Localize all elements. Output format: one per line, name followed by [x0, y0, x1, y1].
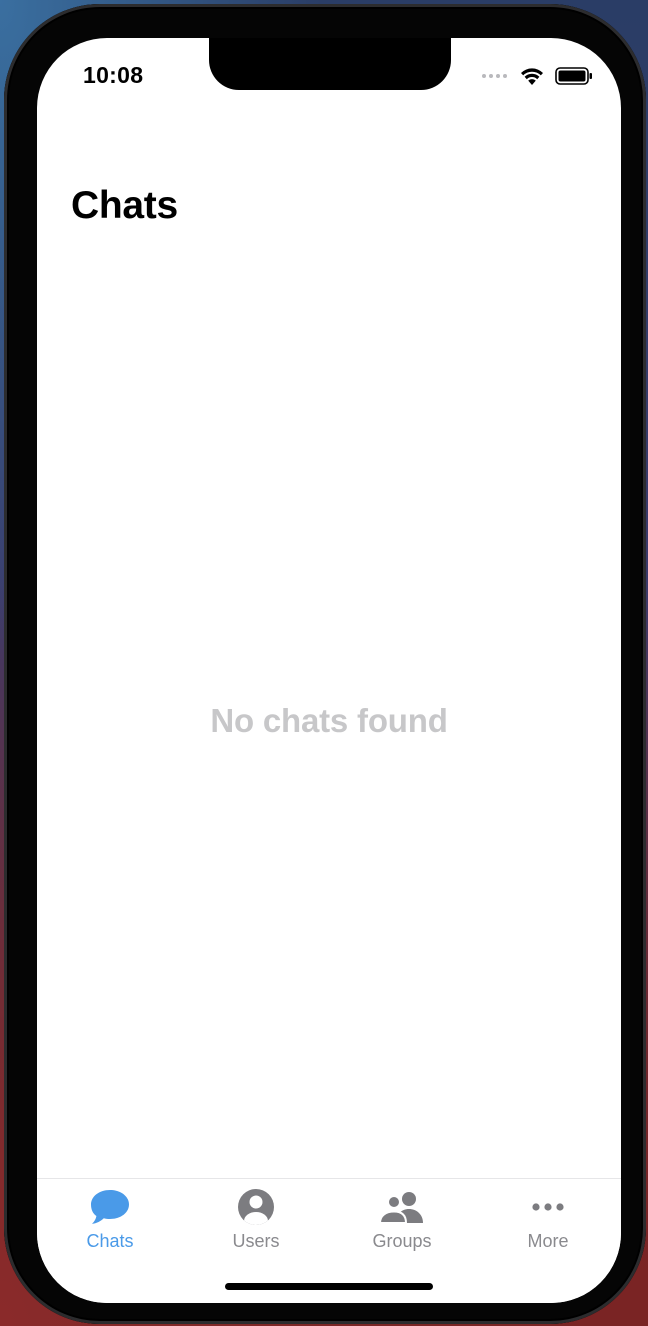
tab-label: Groups: [372, 1231, 432, 1251]
app-screen: 10:08 Chats No chats found Chats Users G…: [37, 38, 621, 1303]
status-time: 10:08: [83, 62, 144, 88]
home-indicator: [225, 1283, 433, 1290]
tab-groups[interactable]: Groups: [329, 1179, 475, 1269]
phone-frame: 10:08 Chats No chats found Chats Users G…: [4, 4, 646, 1324]
status-icons: [482, 66, 593, 86]
user-circle-icon: [238, 1189, 274, 1225]
signal-dots-icon: [482, 74, 507, 78]
page-title: Chats: [71, 184, 178, 227]
empty-state-message: No chats found: [210, 702, 448, 739]
tab-label: Users: [232, 1231, 280, 1251]
tab-users[interactable]: Users: [183, 1179, 329, 1269]
tab-more[interactable]: More: [475, 1179, 621, 1269]
tab-label: Chats: [86, 1231, 134, 1251]
tab-label: More: [527, 1231, 569, 1251]
device-notch: [209, 38, 451, 90]
battery-icon: [555, 67, 592, 85]
tab-chats[interactable]: Chats: [37, 1179, 183, 1269]
chat-bubble-icon: [91, 1190, 129, 1224]
wifi-icon: [521, 68, 543, 85]
group-icon: [379, 1192, 423, 1224]
more-dots-icon: [532, 1203, 564, 1211]
